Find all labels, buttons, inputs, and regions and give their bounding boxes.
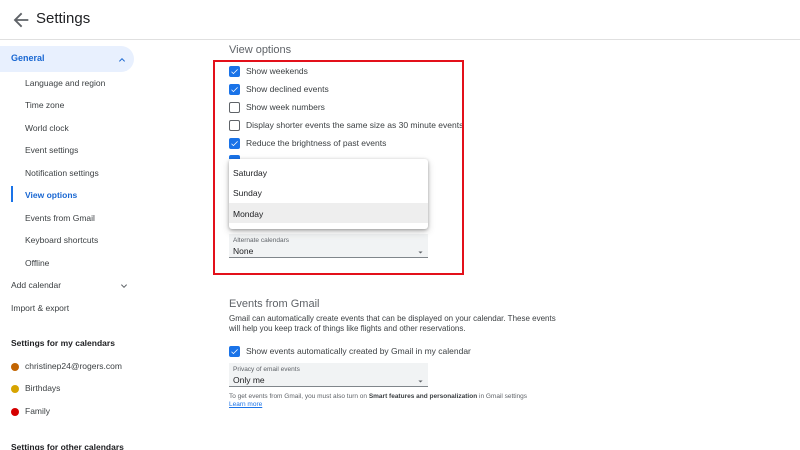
chevron-up-icon	[116, 53, 128, 65]
sidebar-item-label: General	[11, 53, 45, 63]
arrow-left-icon[interactable]	[10, 9, 32, 31]
calendar-color-dot	[11, 363, 19, 371]
checkbox-unchecked[interactable]	[229, 102, 240, 113]
sidebar-item-view-options[interactable]: View options	[25, 190, 77, 200]
week-start-dropdown-menu: Saturday Sunday Monday	[229, 159, 428, 229]
sidebar-item-time-zone[interactable]: Time zone	[25, 100, 64, 110]
events-from-gmail-heading: Events from Gmail	[229, 298, 320, 310]
calendar-label: Family	[25, 406, 51, 416]
my-calendars-heading: Settings for my calendars	[11, 338, 115, 348]
dropdown-arrow-icon	[417, 372, 424, 383]
dropdown-option-monday[interactable]: Monday	[229, 203, 428, 223]
gmail-settings-note: To get events from Gmail, you must also …	[229, 393, 528, 400]
sidebar-item-events-from-gmail[interactable]: Events from Gmail	[25, 213, 95, 223]
calendar-color-dot	[11, 385, 19, 393]
dropdown-arrow-icon	[417, 243, 424, 254]
calendar-label: christinep24@rogers.com	[25, 361, 122, 371]
main-content: View options Show weekends Show declined…	[140, 40, 800, 450]
sidebar-item-notification-settings[interactable]: Notification settings	[25, 168, 99, 178]
chevron-down-icon[interactable]	[118, 279, 130, 291]
select-value: Only me	[233, 375, 265, 385]
sidebar-item-keyboard-shortcuts[interactable]: Keyboard shortcuts	[25, 235, 98, 245]
active-indicator	[11, 186, 13, 202]
smart-features-text: Smart features and personalization	[368, 393, 478, 400]
sidebar-item-general[interactable]: General	[0, 46, 134, 72]
top-bar: Settings	[0, 0, 800, 40]
sidebar-item-language-and-region[interactable]: Language and region	[25, 78, 105, 88]
calendar-color-dot	[11, 408, 19, 416]
events-from-gmail-description: Gmail can automatically create events th…	[229, 314, 556, 333]
sidebar-item-add-calendar[interactable]: Add calendar	[11, 280, 61, 290]
select-label: Alternate calendars	[233, 237, 290, 244]
checkbox-label: Display shorter events the same size as …	[246, 120, 464, 130]
privacy-of-email-events-select[interactable]: Privacy of email events Only me	[229, 363, 428, 387]
other-calendars-heading: Settings for other calendars	[11, 442, 124, 450]
checkbox-checked[interactable]	[229, 66, 240, 77]
checkbox-checked[interactable]	[229, 84, 240, 95]
checkbox-label: Show weekends	[246, 66, 308, 76]
sidebar-item-world-clock[interactable]: World clock	[25, 123, 69, 133]
checkbox-label: Show week numbers	[246, 102, 325, 112]
learn-more-link[interactable]: Learn more	[229, 401, 262, 408]
sidebar: General Language and region Time zone Wo…	[0, 40, 140, 450]
select-value: None	[233, 246, 254, 256]
checkbox-label: Show declined events	[246, 84, 329, 94]
dropdown-option-sunday[interactable]: Sunday	[229, 182, 428, 202]
view-options-heading: View options	[229, 44, 292, 56]
dropdown-option-saturday[interactable]: Saturday	[229, 162, 428, 182]
sidebar-item-offline[interactable]: Offline	[25, 258, 49, 268]
select-label: Privacy of email events	[233, 366, 300, 373]
alternate-calendars-select[interactable]: Alternate calendars None	[229, 234, 428, 258]
checkbox-unchecked[interactable]	[229, 120, 240, 131]
sidebar-item-import-export[interactable]: Import & export	[11, 303, 69, 313]
page-title: Settings	[36, 10, 91, 27]
checkbox-checked[interactable]	[229, 346, 240, 357]
checkbox-label: Show events automatically created by Gma…	[246, 346, 471, 356]
checkbox-label: Reduce the brightness of past events	[246, 138, 387, 148]
checkbox-checked[interactable]	[229, 138, 240, 149]
sidebar-item-event-settings[interactable]: Event settings	[25, 145, 78, 155]
calendar-label: Birthdays	[25, 383, 61, 393]
